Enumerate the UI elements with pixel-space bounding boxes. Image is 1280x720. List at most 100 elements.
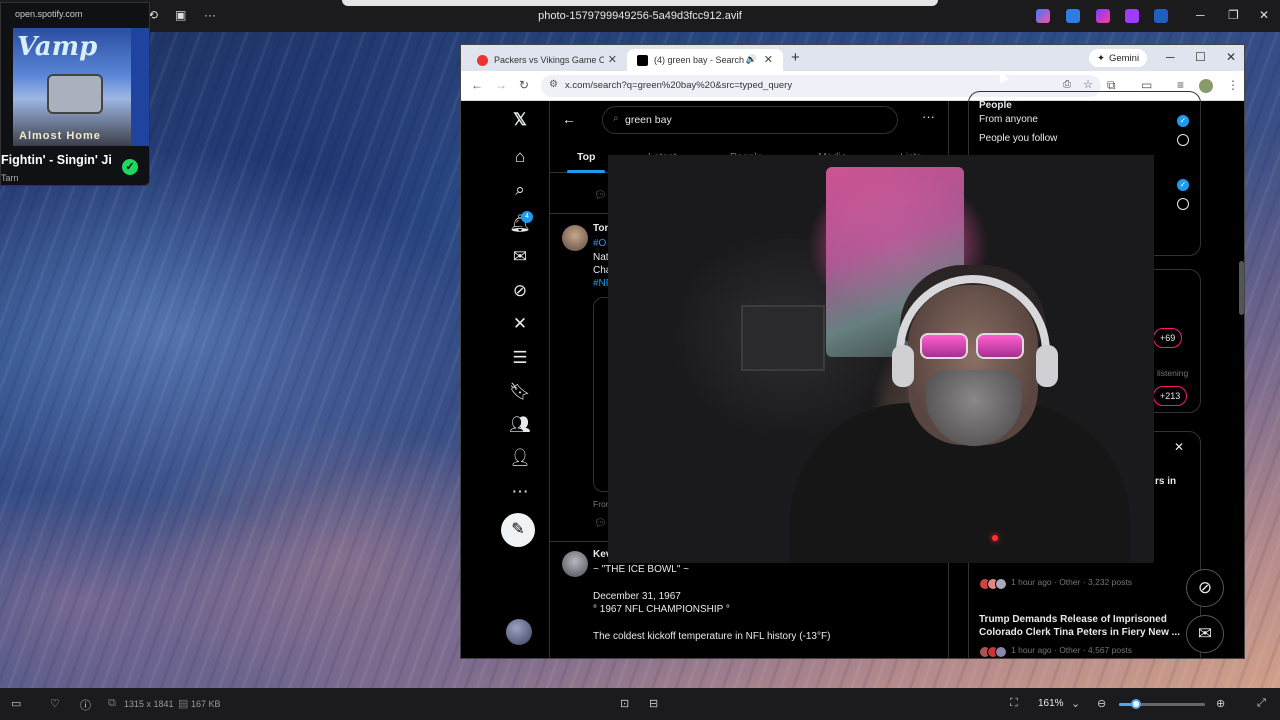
messages-icon[interactable]: ✉ (509, 246, 531, 268)
site-info-icon[interactable]: ⚙ (549, 79, 558, 90)
home-icon[interactable]: ⌂ (509, 146, 531, 168)
tweet-avatar[interactable] (562, 551, 588, 577)
tweet-hashtag[interactable]: #O (593, 238, 606, 249)
more-circle-icon[interactable]: ⋯ (509, 481, 531, 503)
artist-name[interactable]: Tarn (1, 173, 19, 183)
headphone-ear-left (892, 345, 914, 387)
maximize-icon[interactable]: ☐ (1195, 50, 1206, 64)
album-art-logo: Vamp (17, 32, 98, 62)
premium-x-icon[interactable]: ✕ (509, 313, 531, 335)
spotify-mini-player: open.spotify.com Vamp Almost Home Fighti… (0, 2, 150, 186)
text-scan-icon[interactable]: ⊟ (649, 697, 658, 710)
tweet-text: The coldest kickoff temperature in NFL h… (593, 631, 831, 642)
post-button[interactable]: ✎ (501, 513, 535, 547)
menu-icon[interactable]: ⋮ (1227, 78, 1239, 92)
reply-icon[interactable]: 💬︎ (594, 518, 607, 529)
listeners-count-pill[interactable]: +69 (1153, 328, 1183, 348)
filter-from-anyone[interactable]: From anyone (979, 114, 1038, 125)
album-art-train (47, 74, 103, 114)
close-icon[interactable]: ✕ (1174, 440, 1184, 454)
search-input[interactable]: ⌕ green bay (602, 106, 898, 134)
album-art[interactable]: Vamp Almost Home (13, 28, 131, 146)
tab-x-search[interactable]: (4) green bay - Search / X 🔊 ✕ (627, 49, 783, 71)
designer-icon[interactable] (1096, 9, 1110, 23)
profile-icon[interactable]: 👤︎ (509, 447, 531, 469)
favorite-heart-icon[interactable]: ♡ (50, 697, 60, 710)
fullscreen-icon[interactable]: ⤢ (1257, 697, 1266, 710)
lists-icon[interactable]: ☰ (509, 347, 531, 369)
radio-location-anywhere[interactable]: ✓ (1177, 179, 1189, 191)
close-icon[interactable]: ✕ (1259, 8, 1269, 22)
saved-check-icon[interactable]: ✓ (122, 159, 138, 175)
account-avatar[interactable] (506, 619, 532, 645)
radio-location-near[interactable] (1177, 198, 1189, 210)
minimize-icon[interactable]: ─ (1196, 8, 1205, 22)
close-icon[interactable]: ✕ (1226, 50, 1236, 64)
page-scrollbar[interactable] (1239, 151, 1244, 651)
explore-search-icon[interactable]: ⌕ (509, 179, 531, 201)
trend-meta: 1 hour ago · Other · 4,567 posts (1011, 645, 1132, 655)
search-icon: ⌕ (613, 113, 619, 124)
radio-people-you-follow[interactable] (1177, 134, 1189, 146)
image-dimensions: 1315 x 1841 (124, 699, 174, 709)
trend-title-fragment[interactable]: rs in (1155, 476, 1176, 487)
reading-list-icon[interactable]: ≡ (1177, 78, 1184, 92)
filter-people-you-follow[interactable]: People you follow (979, 133, 1057, 144)
grok-fab-icon[interactable]: ⊘ (1186, 569, 1224, 607)
album-art-edge (131, 28, 149, 146)
back-icon[interactable]: ← (471, 78, 483, 92)
background-window (741, 305, 825, 371)
tweet-avatar[interactable] (562, 225, 588, 251)
tab-packers-vikings[interactable]: Packers vs Vikings Game Overv ✕ (467, 49, 627, 71)
reply-icon[interactable]: 💬︎ (594, 190, 607, 201)
tab-top[interactable]: Top (577, 151, 595, 163)
communities-icon[interactable]: 👥︎ (509, 414, 531, 436)
grok-icon[interactable]: ⊘ (509, 280, 531, 302)
zoom-slider-knob[interactable] (1131, 699, 1142, 709)
bookmark-star-icon[interactable]: ☆ (1083, 78, 1093, 91)
messages-fab-icon[interactable]: ✉ (1186, 615, 1224, 653)
new-tab-icon[interactable]: + (791, 49, 800, 66)
trend-headline[interactable]: Trump Demands Release of Imprisoned Colo… (979, 613, 1185, 639)
trend-avatars (979, 577, 1007, 590)
song-title[interactable]: Fightin' - Singin' Ji (1, 153, 112, 167)
fit-to-window-icon[interactable]: ⛶ (1010, 697, 1018, 710)
window-edge (342, 0, 938, 6)
close-tab-icon[interactable]: ✕ (608, 53, 617, 66)
visual-search-icon[interactable]: ⊡ (620, 697, 629, 710)
cloud-icon[interactable] (1154, 9, 1168, 23)
more-dots-icon[interactable]: ··· (922, 109, 935, 124)
zoom-slider[interactable] (1119, 699, 1205, 709)
radio-from-anyone[interactable]: ✓ (1177, 115, 1189, 127)
zoom-level[interactable]: 161% (1038, 698, 1064, 709)
profile-avatar[interactable] (1199, 79, 1213, 93)
tab-label: Packers vs Vikings Game Overv (494, 55, 604, 65)
headphone-ear-right (1036, 345, 1058, 387)
gemini-label: Gemini (1108, 52, 1140, 64)
file-size: 167 KB (191, 699, 221, 709)
tweet-text: ~ "THE ICE BOWL" ~ (593, 564, 690, 575)
x-logo-icon[interactable]: 𝕏 (509, 109, 531, 131)
audio-playing-icon[interactable]: 🔊 (746, 54, 757, 65)
gemini-button[interactable]: ✦ Gemini (1089, 49, 1148, 67)
install-app-icon[interactable]: ⎙ (1063, 79, 1071, 90)
forward-icon[interactable]: → (495, 78, 507, 92)
minimize-icon[interactable]: ─ (1166, 50, 1175, 64)
maximize-icon[interactable]: ❐ (1228, 8, 1239, 22)
copilot-icon[interactable] (1036, 9, 1050, 23)
info-icon[interactable]: ⓘ (80, 697, 91, 713)
clipchamp-icon[interactable] (1125, 9, 1139, 23)
zoom-in-icon[interactable]: ⊕ (1216, 697, 1225, 710)
edit-icon[interactable] (1066, 9, 1080, 23)
zoom-dropdown-chevron-icon[interactable]: ⌄ (1071, 697, 1080, 710)
filmstrip-icon[interactable]: ▭ (11, 697, 21, 710)
back-arrow-icon[interactable]: ← (562, 111, 576, 127)
reload-icon[interactable]: ↻ (519, 78, 529, 92)
close-tab-icon[interactable]: ✕ (764, 53, 773, 66)
split-view-icon[interactable]: ▭ (1141, 78, 1152, 92)
listeners-count-pill[interactable]: +213 (1153, 386, 1188, 406)
scrollbar-thumb[interactable] (1239, 261, 1244, 315)
tab-strip: Packers vs Vikings Game Overv ✕ (4) gree… (461, 45, 1244, 71)
zoom-out-icon[interactable]: ⊖ (1097, 697, 1106, 710)
bookmarks-icon[interactable]: 🔖︎ (509, 381, 531, 403)
